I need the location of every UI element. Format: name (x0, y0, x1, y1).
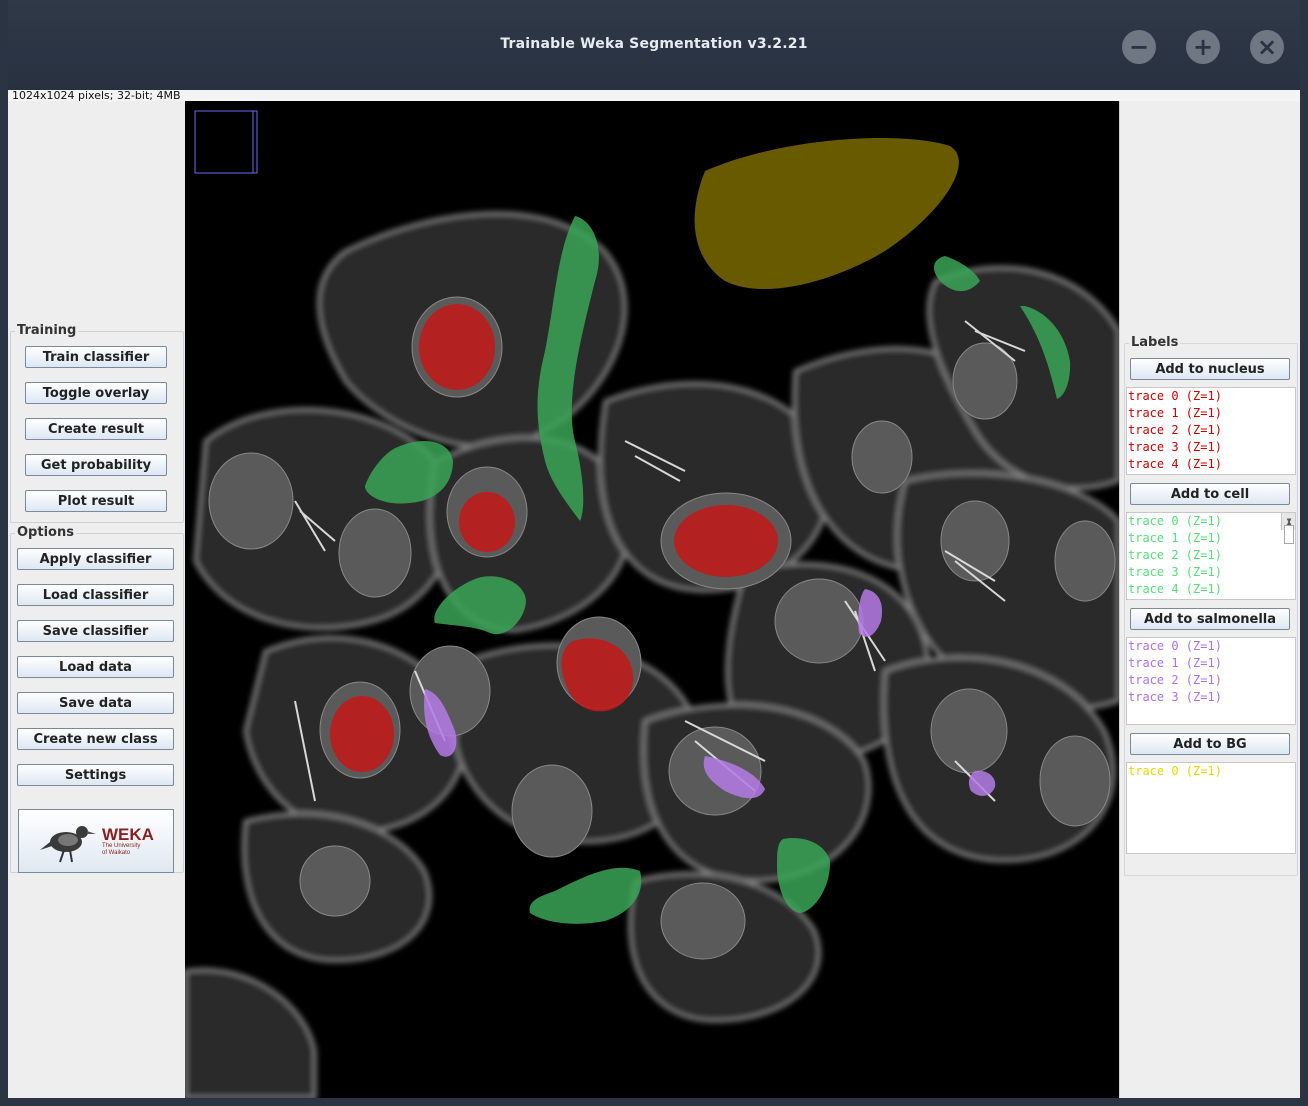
plot-result-button[interactable]: Plot result (25, 490, 167, 512)
list-item[interactable]: trace 3 (Z=1) (1127, 564, 1295, 581)
close-icon[interactable]: × (1250, 30, 1284, 64)
bg-trace-list[interactable]: trace 0 (Z=1) (1126, 762, 1296, 854)
add-to-nucleus-button[interactable]: Add to nucleus (1130, 358, 1290, 380)
list-item[interactable]: trace 2 (Z=1) (1127, 422, 1295, 439)
salmonella-trace-list[interactable]: trace 0 (Z=1) trace 1 (Z=1) trace 2 (Z=1… (1126, 637, 1296, 725)
list-item[interactable]: trace 1 (Z=1) (1127, 655, 1295, 672)
training-label: Training (15, 323, 79, 338)
add-to-cell-button[interactable]: Add to cell (1130, 483, 1290, 505)
save-classifier-button[interactable]: Save classifier (17, 620, 174, 642)
left-panel: Training Train classifier Toggle overlay… (8, 101, 185, 1098)
cell-trace-list[interactable]: trace 0 (Z=1) trace 1 (Z=1) trace 2 (Z=1… (1126, 512, 1296, 600)
list-item[interactable]: trace 4 (Z=1) (1127, 456, 1295, 473)
add-to-bg-button[interactable]: Add to BG (1130, 733, 1290, 755)
list-item[interactable]: trace 0 (Z=1) (1127, 388, 1295, 405)
weka-logo-name: WEKA (102, 824, 154, 844)
list-item[interactable]: trace 3 (Z=1) (1127, 439, 1295, 456)
weka-bird-icon (40, 826, 97, 863)
weka-logo-sub2: of Waikato (102, 849, 131, 856)
status-bar (8, 90, 1300, 101)
weka-logo-sub1: The University (102, 842, 141, 849)
microscopy-image[interactable] (185, 101, 1119, 1098)
train-classifier-button[interactable]: Train classifier (25, 346, 167, 368)
title-bar: Trainable Weka Segmentation v3.2.21 − + … (8, 0, 1300, 90)
maximize-icon[interactable]: + (1186, 30, 1220, 64)
list-item[interactable]: trace 0 (Z=1) (1127, 763, 1295, 780)
labels-panel: Labels Add to nucleus trace 0 (Z=1) trac… (1119, 101, 1301, 1098)
list-item[interactable]: trace 0 (Z=1) (1127, 638, 1295, 655)
create-result-button[interactable]: Create result (25, 418, 167, 440)
load-data-button[interactable]: Load data (17, 656, 174, 678)
load-classifier-button[interactable]: Load classifier (17, 584, 174, 606)
create-new-class-button[interactable]: Create new class (17, 728, 174, 750)
options-label: Options (15, 525, 76, 540)
list-item[interactable]: trace 2 (Z=1) (1127, 547, 1295, 564)
scroll-down-icon[interactable]: ▼ (1283, 513, 1294, 529)
training-group: Training Train classifier Toggle overlay… (10, 323, 184, 523)
navigator-box[interactable] (194, 110, 258, 174)
add-to-salmonella-button[interactable]: Add to salmonella (1130, 608, 1290, 630)
labels-title: Labels (1129, 335, 1181, 350)
save-data-button[interactable]: Save data (17, 692, 174, 714)
list-item[interactable]: trace 0 (Z=1) (1127, 513, 1295, 530)
list-item[interactable]: trace 4 (Z=1) (1127, 581, 1295, 598)
list-item[interactable]: trace 1 (Z=1) (1127, 405, 1295, 422)
list-item[interactable]: trace 3 (Z=1) (1127, 689, 1295, 706)
window-title: Trainable Weka Segmentation v3.2.21 (500, 36, 808, 52)
weka-logo-button[interactable]: WEKA The University of Waikato (18, 809, 174, 873)
minimize-icon[interactable]: − (1122, 30, 1156, 64)
image-canvas[interactable] (185, 101, 1119, 1098)
list-item[interactable]: trace 2 (Z=1) (1127, 672, 1295, 689)
list-item[interactable]: trace 1 (Z=1) (1127, 530, 1295, 547)
apply-classifier-button[interactable]: Apply classifier (17, 548, 174, 570)
get-probability-button[interactable]: Get probability (25, 454, 167, 476)
main-window: 1024x1024 pixels; 32-bit; 4MB Training T… (8, 90, 1300, 1098)
toggle-overlay-button[interactable]: Toggle overlay (25, 382, 167, 404)
settings-button[interactable]: Settings (17, 764, 174, 786)
cell-list-scrollbar[interactable]: ▲ ▼ (1281, 513, 1295, 544)
nucleus-trace-list[interactable]: trace 0 (Z=1) trace 1 (Z=1) trace 2 (Z=1… (1126, 387, 1296, 475)
